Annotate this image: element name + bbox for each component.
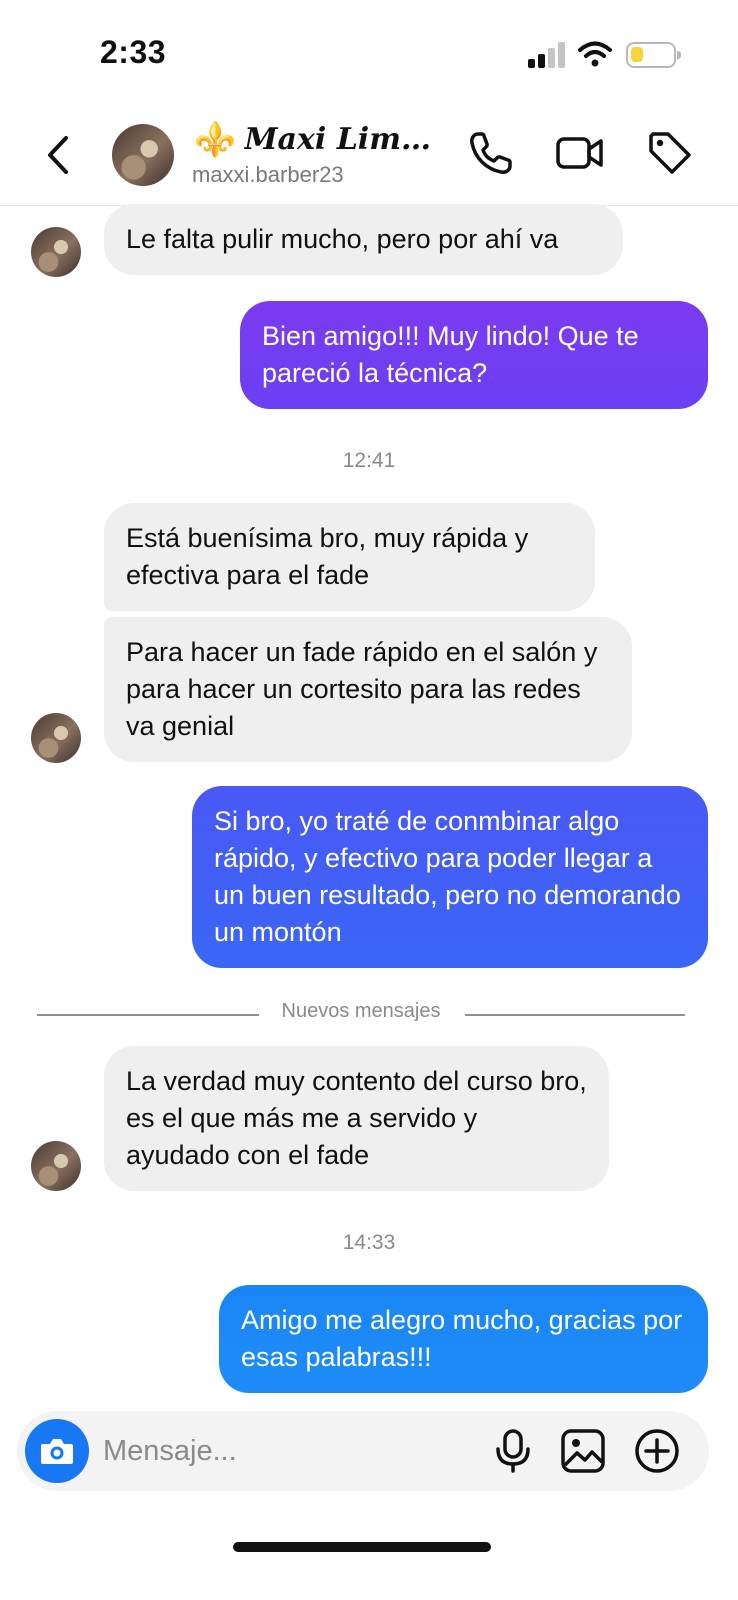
outgoing-message[interactable]: Si bro, yo traté de conmbinar algo rápid… (192, 786, 708, 968)
status-time: 2:33 (100, 34, 167, 70)
incoming-message[interactable]: Le falta pulir mucho, pero por ahí va (104, 204, 623, 275)
sender-avatar[interactable] (31, 227, 81, 277)
sender-avatar[interactable] (31, 1141, 81, 1191)
outgoing-message[interactable]: Amigo me alegro mucho, gracias por esas … (219, 1285, 708, 1393)
back-chevron-icon[interactable] (40, 132, 80, 178)
incoming-message[interactable]: La verdad muy contento del curso bro, es… (104, 1046, 609, 1191)
message-composer (17, 1411, 709, 1491)
video-camera-icon[interactable] (555, 128, 605, 178)
camera-button[interactable] (25, 1419, 89, 1483)
incoming-message[interactable]: Está buenísima bro, muy rápida y efectiv… (104, 503, 595, 611)
chat-header: ⚜️ 𝑴𝒂𝒙𝒊 𝑳𝒊𝒎… maxxi.barber23 (0, 110, 738, 206)
camera-icon (41, 1439, 73, 1464)
outgoing-message[interactable]: Bien amigo!!! Muy lindo! Que te pareció … (240, 301, 708, 409)
gallery-icon[interactable] (559, 1427, 607, 1475)
timestamp: 14:33 (342, 1231, 396, 1254)
divider-label: Nuevos mensajes (281, 1000, 441, 1022)
home-indicator[interactable] (233, 1542, 491, 1552)
battery-icon (626, 42, 681, 68)
contact-avatar[interactable] (112, 124, 174, 186)
tag-icon[interactable] (645, 128, 695, 178)
wifi-icon (578, 41, 612, 67)
dm-screen: 2:33 ⚜️ 𝑴𝒂𝒙𝒊 𝑳𝒊𝒎… maxxi.barber23 Le falt… (0, 0, 738, 1600)
new-messages-divider: Nuevos mensajes (37, 1000, 685, 1028)
microphone-icon[interactable] (489, 1427, 537, 1475)
signal-icon (528, 42, 568, 68)
incoming-message[interactable]: Para hacer un fade rápido en el salón y … (104, 617, 632, 762)
message-input[interactable] (103, 1429, 483, 1473)
sender-avatar[interactable] (31, 713, 81, 763)
contact-username: maxxi.barber23 (192, 162, 344, 187)
phone-icon[interactable] (466, 128, 516, 178)
fleur-de-lis-emoji: ⚜️ (194, 120, 237, 159)
add-icon[interactable] (633, 1427, 681, 1475)
contact-title[interactable]: ⚜️ 𝑴𝒂𝒙𝒊 𝑳𝒊𝒎… (194, 122, 482, 157)
contact-name: 𝑴𝒂𝒙𝒊 𝑳𝒊𝒎… (244, 122, 431, 157)
timestamp: 12:41 (342, 449, 396, 472)
